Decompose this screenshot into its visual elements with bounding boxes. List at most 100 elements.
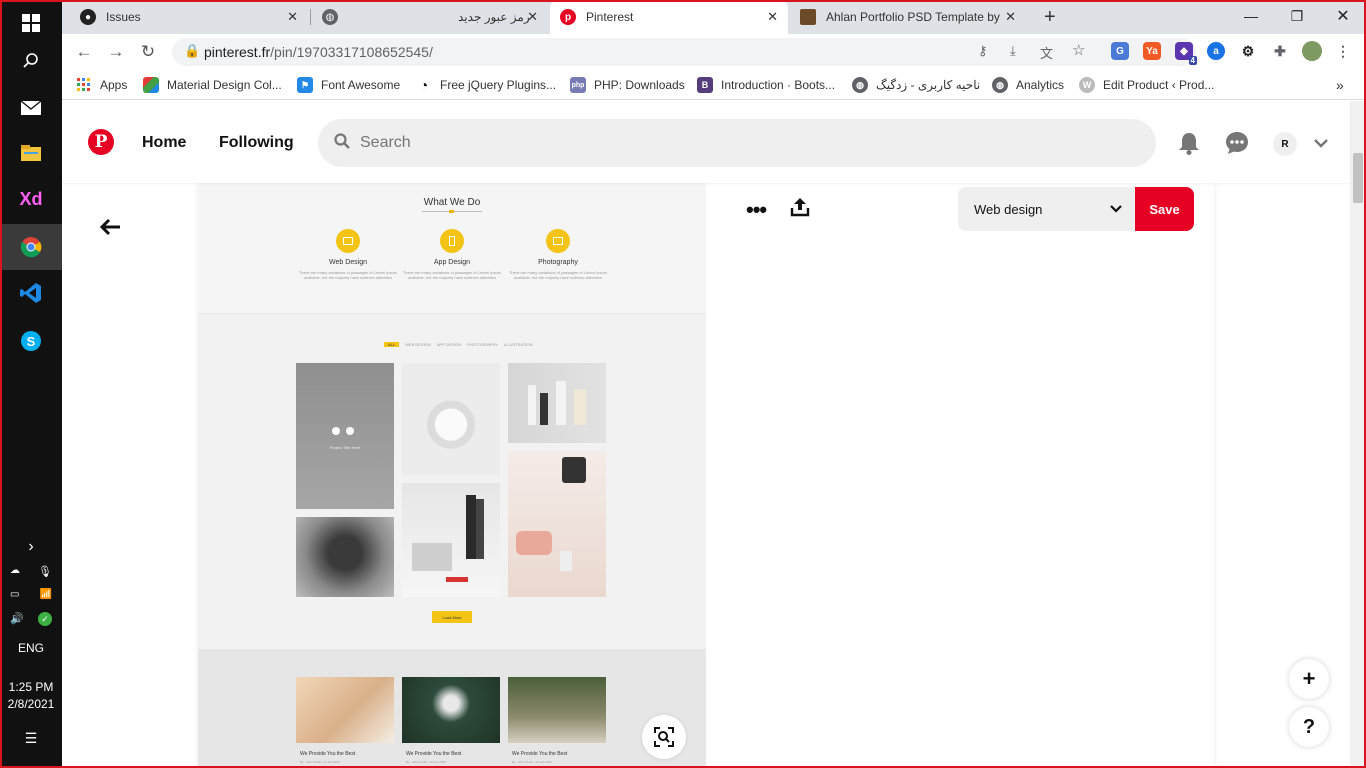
page-scrollbar[interactable] — [1350, 101, 1366, 768]
forward-button[interactable]: → — [103, 40, 129, 64]
pin-closeup-card: What We Do Web Design There are many var… — [198, 183, 1214, 768]
address-bar[interactable]: 🔒 pinterest.fr/pin/19703317108652545/ ⚷ … — [172, 38, 1196, 66]
globe-icon: ◍ — [322, 9, 338, 25]
star-icon[interactable]: ☆ — [1072, 41, 1085, 59]
bookmark-font-awesome[interactable]: ⚑ Font Awesome — [297, 76, 400, 94]
monitor-icon — [336, 229, 360, 253]
avatar[interactable]: R — [1273, 132, 1297, 156]
add-pin-button[interactable]: + — [1289, 659, 1329, 699]
share-icon[interactable] — [790, 197, 810, 223]
window-close-button[interactable]: ✕ — [1320, 0, 1366, 32]
file-explorer-icon[interactable] — [0, 130, 62, 176]
clock-time[interactable]: 1:25 PM — [0, 680, 62, 694]
battery-icon[interactable]: ▭ — [10, 589, 19, 600]
help-button[interactable]: ? — [1289, 707, 1329, 747]
tab-ahlan[interactable]: Ahlan Portfolio PSD Template by ✕ — [790, 0, 1026, 34]
bookmark-apps[interactable]: Apps — [76, 76, 127, 94]
ext-blue-circle-icon[interactable]: a — [1207, 42, 1225, 60]
tray-expand-icon[interactable]: › — [0, 538, 62, 556]
onedrive-icon[interactable]: ☁ — [10, 565, 20, 578]
back-button[interactable]: ← — [71, 40, 97, 64]
bookmark-analytics[interactable]: ◍ Analytics — [992, 76, 1064, 94]
mail-icon[interactable] — [0, 84, 62, 130]
bookmark-label: Introduction · Boots... — [721, 78, 836, 92]
chrome-menu-icon[interactable]: ⋮ — [1334, 42, 1352, 60]
tray-row-1: ☁ 🎙 — [10, 565, 52, 578]
bookmark-bootstrap[interactable]: B Introduction · Boots... — [697, 76, 835, 94]
close-icon[interactable]: ✕ — [1005, 9, 1016, 25]
portfolio-tile-cosmetics — [508, 363, 606, 443]
ext-tools-icon[interactable]: ⚙ — [1239, 42, 1257, 60]
security-check-icon[interactable]: ✓ — [38, 612, 52, 626]
bookmark-edit-product[interactable]: W Edit Product ‹ Prod... — [1079, 76, 1214, 94]
portfolio-tile-chair — [508, 451, 606, 597]
chrome-icon[interactable] — [0, 224, 62, 270]
scrollbar-thumb[interactable] — [1353, 153, 1363, 203]
minimize-button[interactable]: — — [1228, 0, 1274, 32]
link-icon — [332, 427, 340, 435]
nav-home[interactable]: Home — [142, 134, 186, 152]
service-desc: There are many variations of passages of… — [508, 270, 608, 280]
visual-search-icon[interactable] — [642, 715, 686, 759]
extensions-puzzle-icon[interactable]: ✚ — [1271, 42, 1289, 60]
messages-icon[interactable] — [1225, 131, 1249, 161]
bookmark-label: Edit Product ‹ Prod... — [1103, 78, 1215, 92]
board-selector[interactable]: Web design — [958, 187, 1136, 231]
tab-issues[interactable]: ● Issues ✕ — [70, 0, 308, 34]
service-app-design: App Design There are many variations of … — [402, 229, 502, 280]
bookmark-label: ناحیه کاربری - زدگیگ — [876, 78, 981, 92]
key-icon[interactable]: ⚷ — [978, 43, 988, 59]
blog-image — [402, 677, 500, 743]
back-arrow-icon[interactable] — [99, 216, 122, 242]
pinterest-logo-icon[interactable]: P — [88, 129, 114, 155]
bookmark-label: Font Awesome — [321, 78, 401, 92]
search-icon[interactable] — [0, 38, 62, 84]
notification-icon[interactable]: ☰ — [0, 730, 62, 747]
bookmark-jquery-plugins[interactable]: ◔ Free jQuery Plugins... — [416, 76, 556, 94]
globe-icon: ◍ — [852, 77, 868, 93]
close-icon[interactable]: ✕ — [767, 9, 778, 25]
translate-icon[interactable]: 文 — [1040, 43, 1053, 62]
wifi-icon[interactable]: 📶 — [40, 589, 52, 600]
google-translate-ext-icon[interactable]: G — [1111, 42, 1129, 60]
install-icon[interactable]: ⤓ — [1010, 43, 1016, 59]
more-options-icon[interactable]: ••• — [746, 197, 767, 223]
chevron-down-icon[interactable] — [1314, 135, 1328, 151]
bookmark-zedgig[interactable]: ◍ ناحیه کاربری - زدگیگ — [852, 76, 980, 94]
load-more-button: Load More — [432, 611, 472, 623]
close-icon[interactable]: ✕ — [527, 9, 538, 25]
blog-title: We Provide You the Best — [300, 751, 356, 757]
new-tab-button[interactable]: + — [1034, 0, 1064, 34]
tab-pinterest[interactable]: p Pinterest ✕ — [550, 0, 788, 34]
skype-icon[interactable]: S — [0, 318, 62, 364]
nav-following[interactable]: Following — [219, 134, 294, 152]
bookmarks-bar: Apps Material Design Col... ⚑ Font Aweso… — [62, 70, 1366, 100]
ext-purple-icon[interactable]: ◆ 4 — [1175, 42, 1197, 65]
clock-date[interactable]: 2/8/2021 — [0, 697, 62, 711]
chevron-down-icon — [1110, 202, 1122, 216]
microphone-icon[interactable]: 🎙 — [38, 565, 52, 578]
vscode-icon[interactable] — [0, 270, 62, 316]
close-icon[interactable]: ✕ — [287, 9, 298, 25]
search-bar[interactable] — [318, 119, 1156, 167]
volume-icon[interactable]: 🔊 — [10, 612, 24, 626]
tab-password[interactable]: ◍ رمز عبور جدید ✕ — [312, 0, 548, 34]
reload-button[interactable]: ↻ — [135, 40, 161, 64]
lock-icon[interactable]: 🔒 — [184, 43, 200, 59]
adobe-xd-icon[interactable]: Xd — [0, 176, 62, 222]
pin-image[interactable]: What We Do Web Design There are many var… — [198, 183, 706, 768]
search-input[interactable] — [360, 134, 1060, 152]
profile-avatar-icon[interactable] — [1302, 41, 1322, 61]
bookmark-material-design[interactable]: Material Design Col... — [143, 76, 282, 94]
pinterest-icon: p — [560, 9, 576, 25]
save-button[interactable]: Save — [1135, 187, 1194, 231]
bookmark-php-downloads[interactable]: php PHP: Downloads — [570, 76, 685, 94]
jquery-icon: ◔ — [419, 77, 429, 93]
notifications-bell-icon[interactable] — [1178, 131, 1200, 161]
ext-orange-icon[interactable]: Ya — [1143, 42, 1161, 60]
page-thumb-icon — [800, 9, 816, 25]
language-indicator[interactable]: ENG — [0, 641, 62, 655]
restore-button[interactable]: ❐ — [1274, 0, 1320, 32]
blog-image — [296, 677, 394, 743]
bookmarks-overflow-icon[interactable]: » — [1336, 76, 1344, 94]
